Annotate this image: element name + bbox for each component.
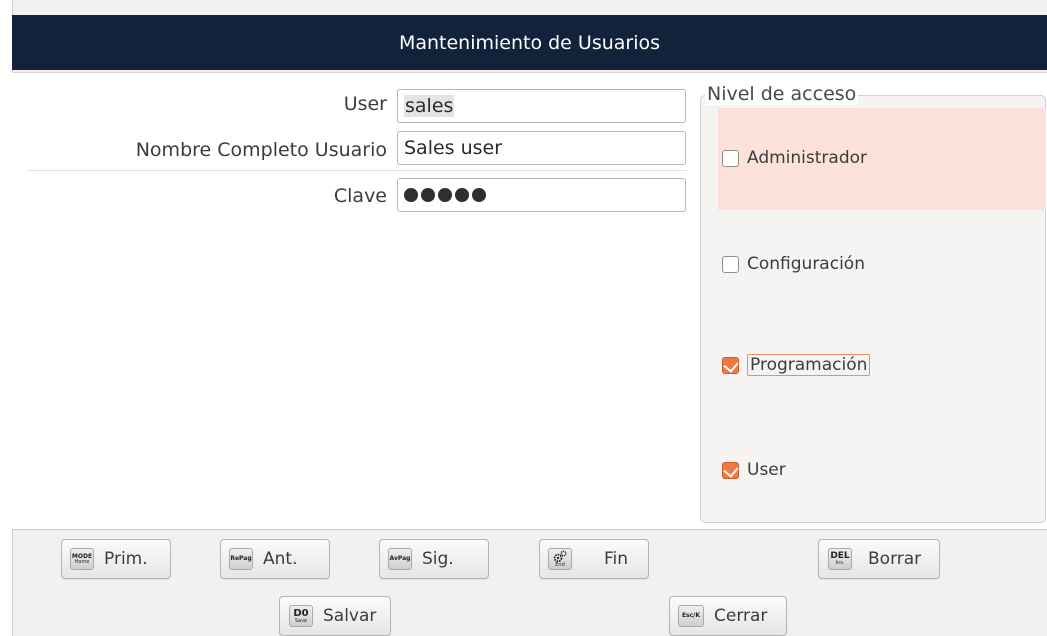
next-button-label: Sig. — [422, 549, 454, 569]
checkbox-box[interactable] — [722, 149, 739, 167]
checkbox-configuracion[interactable]: Configuración — [722, 254, 865, 274]
first-button-label: Prim. — [104, 549, 148, 569]
save-button-label: Salvar — [323, 606, 377, 626]
delete-button[interactable]: DEL Ins. Borrar — [818, 539, 940, 579]
close-button-label: Cerrar — [714, 606, 768, 626]
gears-icon: End — [548, 548, 572, 570]
fullname-label: Nombre Completo Usuario — [135, 139, 387, 161]
checkbox-box[interactable] — [722, 255, 739, 273]
mode-key-icon: MODE Home — [70, 548, 94, 570]
close-button[interactable]: Esc/K Cerrar — [669, 596, 787, 636]
checkbox-box[interactable] — [722, 461, 739, 479]
password-label: Clave — [333, 185, 387, 207]
checkbox-box[interactable] — [722, 356, 739, 374]
first-button[interactable]: MODE Home Prim. — [61, 539, 171, 579]
delete-button-label: Borrar — [868, 549, 922, 569]
checkbox-label: Configuración — [747, 254, 865, 274]
checkbox-label: Administrador — [747, 148, 868, 168]
checkbox-label: User — [747, 460, 786, 480]
title-bar: Mantenimiento de Usuarios — [12, 15, 1047, 70]
checkbox-label: Programación — [747, 354, 871, 376]
checkbox-user[interactable]: User — [722, 460, 786, 480]
password-input[interactable] — [397, 178, 686, 212]
end-button[interactable]: End Fin — [539, 539, 649, 579]
avpag-key-icon: AvPag — [388, 548, 412, 570]
password-mask-dot — [455, 188, 469, 202]
user-value: sales — [404, 95, 455, 117]
save-button[interactable]: D0 Save Salvar — [279, 596, 391, 636]
next-button[interactable]: AvPag Sig. — [379, 539, 489, 579]
checkbox-administrador[interactable]: Administrador — [722, 148, 867, 168]
user-input[interactable]: sales — [397, 89, 686, 123]
user-label: User — [343, 93, 387, 115]
d0-key-icon: D0 Save — [289, 605, 313, 627]
esc-key-icon: Esc/K — [678, 605, 704, 627]
password-mask-dot — [472, 188, 486, 202]
previous-button-label: Ant. — [263, 549, 298, 569]
window-title: Mantenimiento de Usuarios — [398, 31, 661, 54]
password-mask-dot — [421, 188, 435, 202]
checkbox-programacion[interactable]: Programación — [722, 354, 871, 376]
previous-button[interactable]: RePag Ant. — [220, 539, 330, 579]
password-mask-dot — [438, 188, 452, 202]
access-level-legend: Nivel de acceso — [705, 83, 859, 105]
form-separator — [27, 170, 687, 171]
password-mask-dot — [404, 188, 418, 202]
repag-key-icon: RePag — [229, 548, 253, 570]
fullname-input[interactable]: Sales user — [397, 131, 686, 165]
del-key-icon: DEL Ins. — [828, 548, 852, 570]
fullname-value: Sales user — [404, 137, 503, 159]
end-button-label: Fin — [604, 549, 629, 569]
